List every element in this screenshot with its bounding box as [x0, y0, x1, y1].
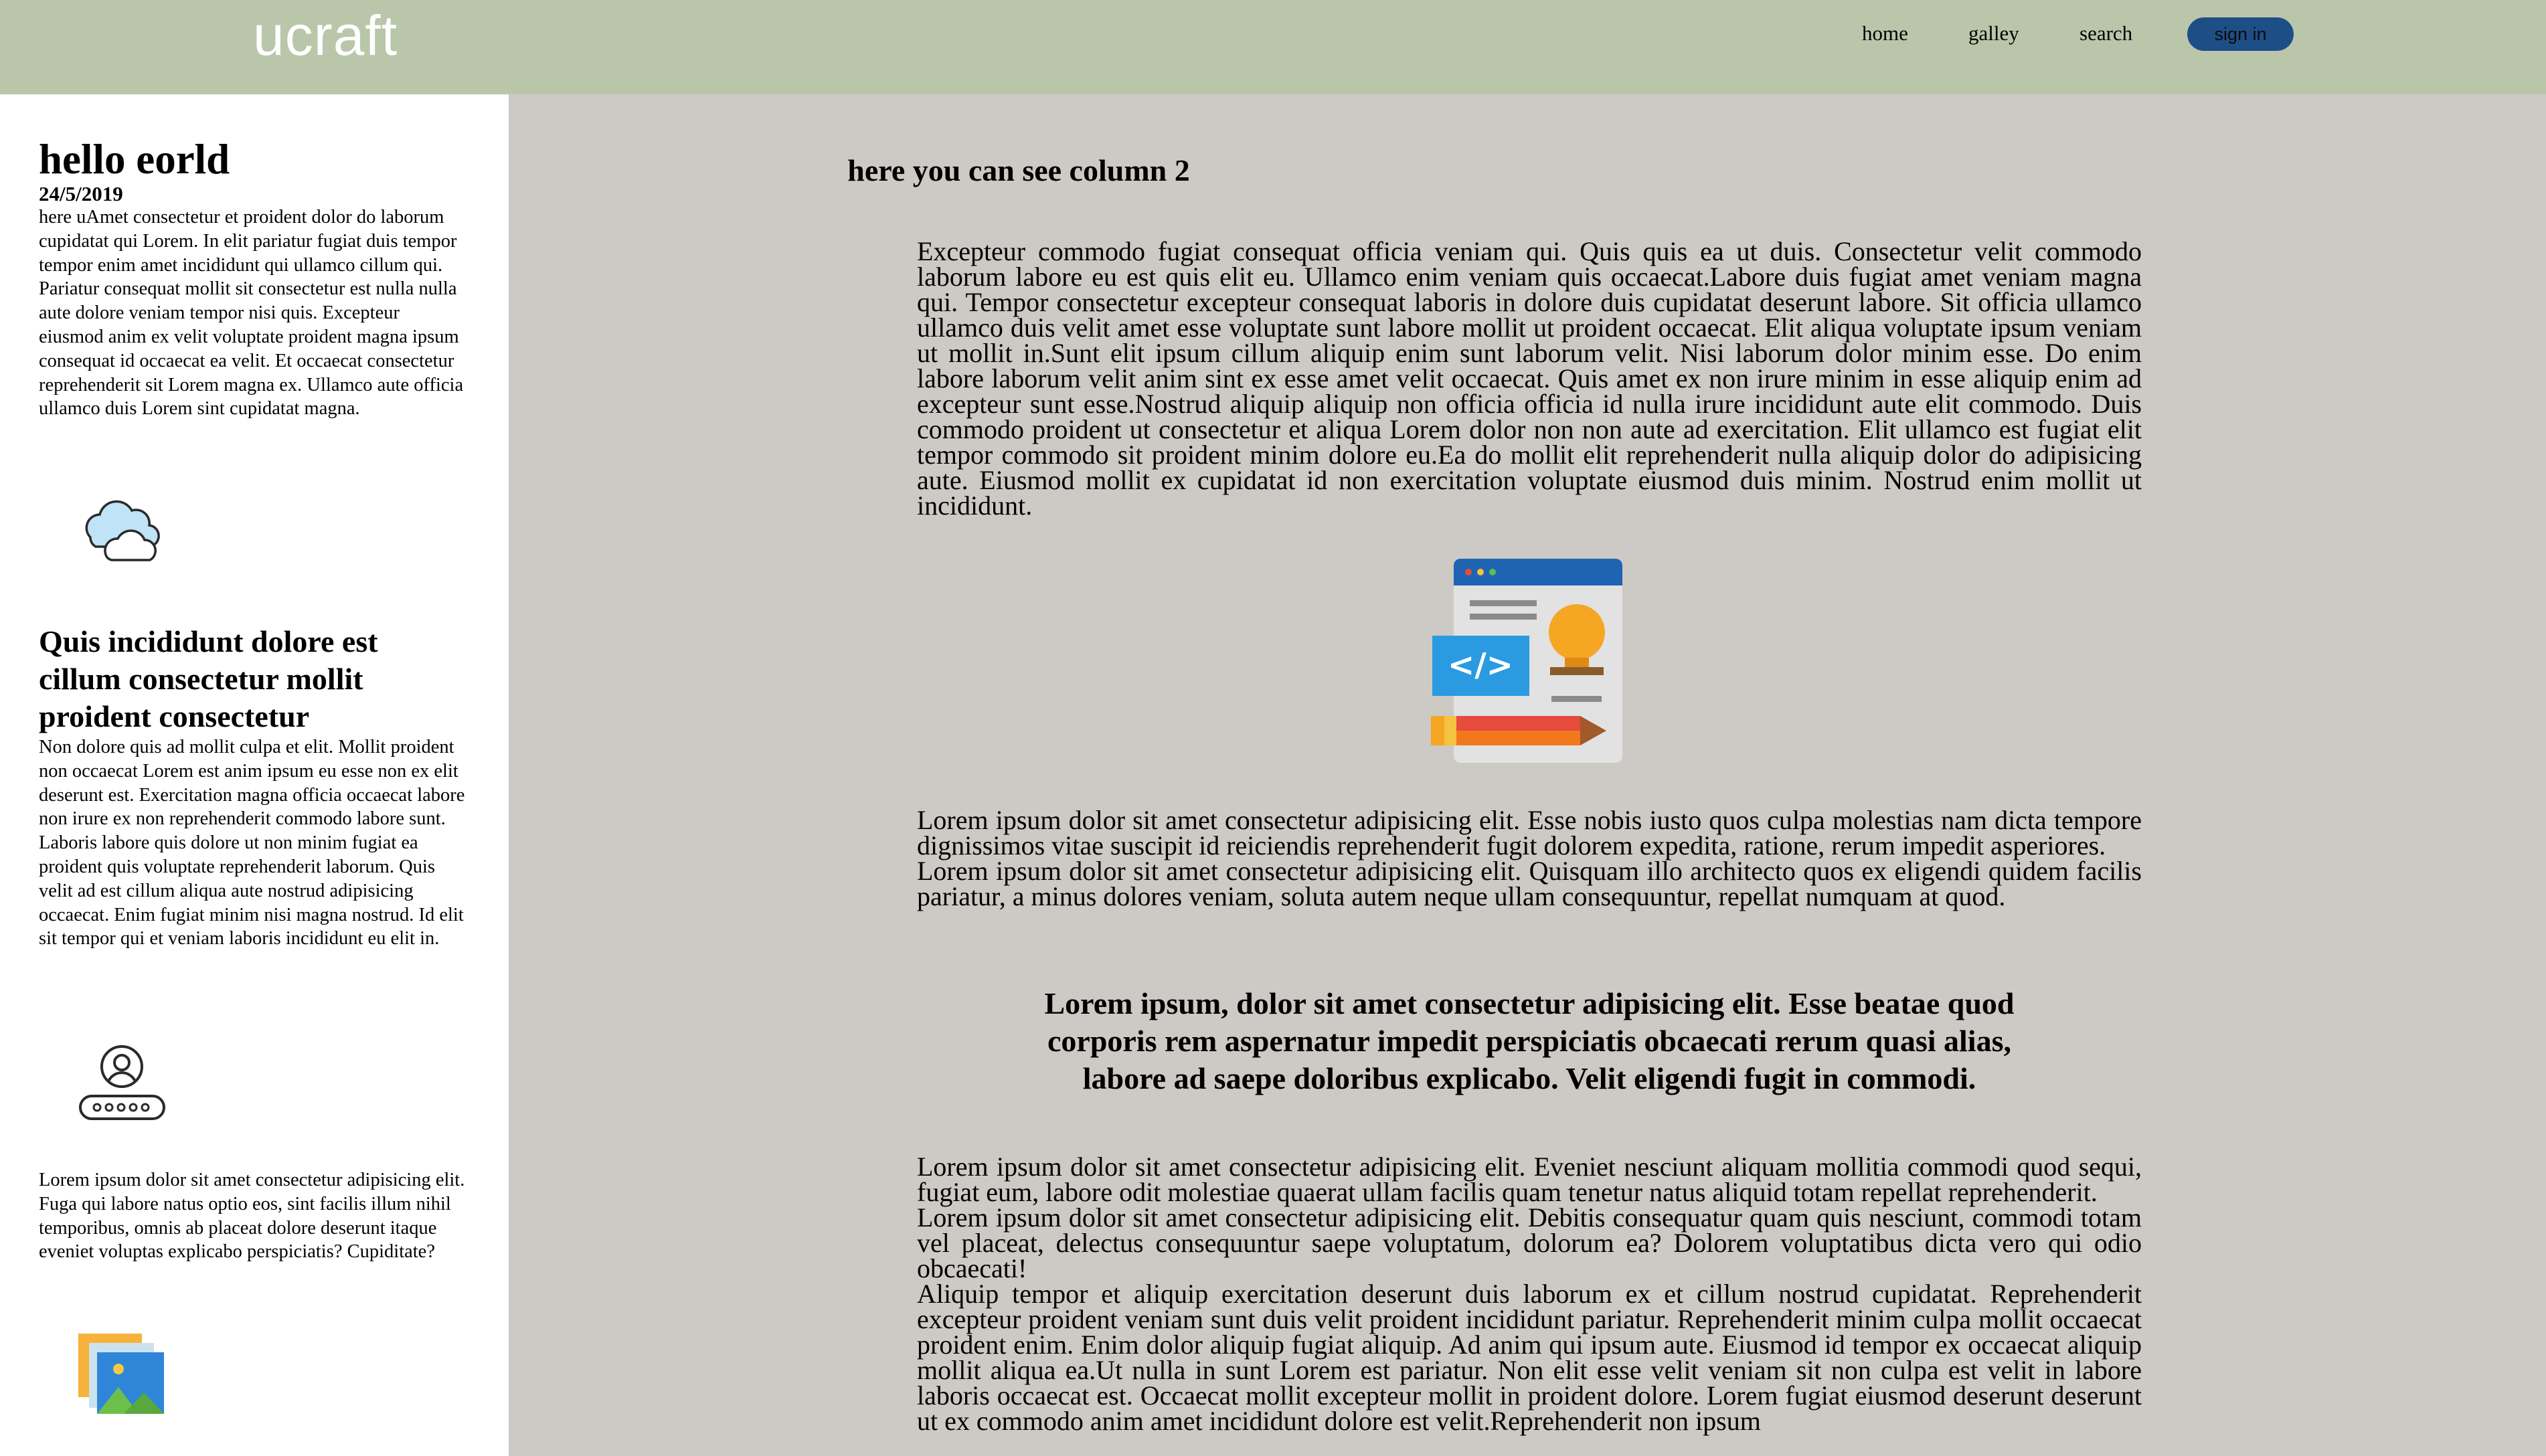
third-text: Lorem ipsum dolor sit amet consectetur a… [39, 1170, 465, 1263]
section-heading: Quis incididunt dolore est cillum consec… [39, 624, 378, 733]
logo[interactable]: ucraft [253, 5, 398, 66]
highlight-quote: Lorem ipsum, dolor sit amet consectetur … [1004, 985, 2055, 1097]
cloud-icon [77, 496, 167, 569]
main-paragraph-3: Lorem ipsum dolor sit amet consectetur a… [917, 1152, 2142, 1436]
post-date: 24/5/2019 [39, 182, 123, 205]
sign-in-button[interactable]: sign in [2187, 17, 2294, 51]
intro-section: hello eorld 24/5/2019 here uAmet consect… [39, 136, 467, 421]
column-title: here you can see column 2 [509, 152, 1529, 189]
main-text-3b: Lorem ipsum dolor sit amet consectetur a… [917, 1202, 2142, 1283]
top-navbar: ucraft home galley search sign in [0, 0, 2546, 94]
svg-text:</>: </> [1448, 646, 1513, 684]
intro-text: here uAmet consectetur et proident dolor… [39, 207, 464, 420]
nav-search-link[interactable]: search [2080, 20, 2132, 47]
section-text: Non dolore quis ad mollit culpa et elit.… [39, 737, 465, 949]
column-title-text: here you can see column 2 [847, 153, 1190, 187]
main-text-3c: Aliquip tempor et aliquip exercitation d… [917, 1279, 2142, 1436]
second-section: Quis incididunt dolore est cillum consec… [39, 623, 467, 951]
gallery-icon [77, 1332, 167, 1416]
main-text-2b: Lorem ipsum dolor sit amet consectetur a… [917, 856, 2142, 911]
web-development-icon: </> [1431, 559, 1625, 763]
main-paragraph-1: Excepteur commodo fugiat consequat offic… [917, 236, 2142, 521]
user-password-icon [77, 1041, 167, 1121]
main-text-1: Excepteur commodo fugiat consequat offic… [917, 236, 2142, 521]
quote-text: Lorem ipsum, dolor sit amet consectetur … [1044, 986, 2015, 1095]
nav-gallery-link[interactable]: galley [1968, 20, 2019, 47]
main-paragraph-2: Lorem ipsum dolor sit amet consectetur a… [917, 805, 2142, 911]
third-section: Lorem ipsum dolor sit amet consectetur a… [39, 1168, 467, 1264]
main-text-2a: Lorem ipsum dolor sit amet consectetur a… [917, 805, 2142, 860]
page-title: hello eorld [39, 136, 230, 183]
nav-home-link[interactable]: home [1862, 20, 1908, 47]
main-text-3a: Lorem ipsum dolor sit amet consectetur a… [917, 1152, 2142, 1207]
left-column: hello eorld 24/5/2019 here uAmet consect… [0, 94, 509, 1456]
